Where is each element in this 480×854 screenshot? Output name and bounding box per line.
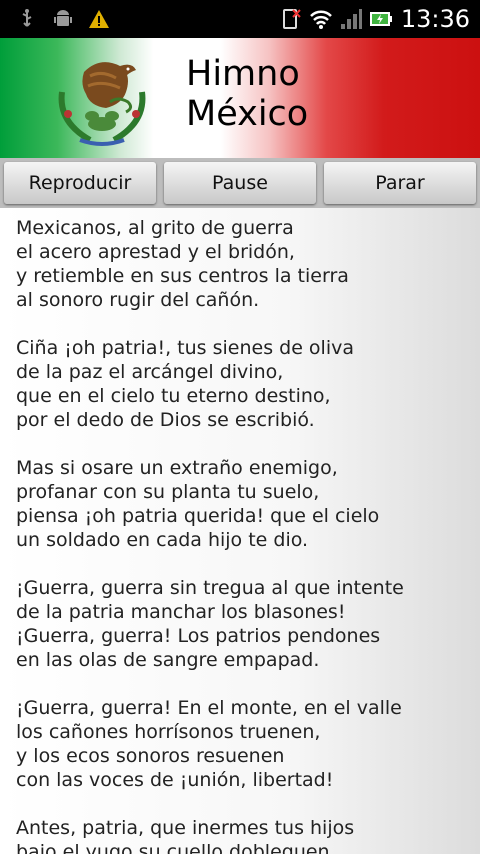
stanza: ¡Guerra, guerra! En el monte, en el vall… [16,696,476,792]
warning-icon [89,10,109,28]
stanza: Mexicanos, al grito de guerra el acero ap… [16,216,476,312]
battery-charging-icon [369,12,392,26]
stanza: Ciña ¡oh patria!, tus sienes de oliva de … [16,336,476,432]
lyric-line: bajo el yugo su cuello dobleguen, [16,841,336,854]
usb-icon [22,9,32,27]
app-header: Himno México [0,38,480,158]
lyric-line: de la patria manchar los blasones! [16,601,346,623]
lyric-line: y retiemble en sus centros la tierra [16,265,349,287]
lyric-line: los cañones horrísonos truenen, [16,721,321,743]
stop-button[interactable]: Parar [324,162,476,204]
stanza: Mas si osare un extraño enemigo, profanar… [16,456,476,552]
lyrics-text: Mexicanos, al grito de guerra el acero ap… [16,216,476,854]
lyric-line: Antes, patria, que inermes tus hijos [16,817,355,839]
app-title: Himno México [186,54,476,134]
lyric-line: ¡Guerra, guerra! En el monte, en el vall… [16,697,402,719]
lyric-line: que en el cielo tu eterno destino, [16,385,331,407]
lyric-line: en las olas de sangre empapad. [16,649,320,671]
wifi-icon [309,10,332,29]
lyric-line: Ciña ¡oh patria!, tus sienes de oliva [16,337,355,359]
clock: 13:36 [400,5,470,33]
lyric-line: Mexicanos, al grito de guerra [16,217,294,239]
lyric-line: por el dedo de Dios se escribió. [16,409,315,431]
lyric-line: de la paz el arcángel divino, [16,361,284,383]
stanza: Antes, patria, que inermes tus hijos bajo… [16,816,476,854]
lyric-line: al sonoro rugir del cañón. [16,289,260,311]
stanza: ¡Guerra, guerra sin tregua al que intent… [16,576,476,672]
android-icon [54,10,72,26]
lyric-line: con las voces de ¡unión, libertad! [16,769,334,791]
lyric-line: el acero aprestad y el bridón, [16,241,295,263]
lyric-line: ¡Guerra, guerra! Los patrios pendones [16,625,381,647]
lyric-line: un soldado en cada hijo te dio. [16,529,309,551]
mexican-eagle-emblem [58,62,146,146]
status-bar: 13:36 [0,0,480,38]
play-button[interactable]: Reproducir [4,162,156,204]
lyric-line: profanar con su planta tu suelo, [16,481,320,503]
playback-controls: Reproducir Pause Parar [0,158,480,208]
notification-icon [282,9,301,29]
lyrics-scroll-view[interactable]: Mexicanos, al grito de guerra el acero ap… [0,208,480,854]
signal-icon [340,9,362,29]
lyric-line: y los ecos sonoros resuenen [16,745,285,767]
title-line-2: México [186,94,309,134]
pause-button[interactable]: Pause [164,162,316,204]
lyric-line: Mas si osare un extraño enemigo, [16,457,338,479]
title-line-1: Himno [186,54,300,94]
lyric-line: ¡Guerra, guerra sin tregua al que intent… [16,577,404,599]
lyric-line: piensa ¡oh patria querida! que el cielo [16,505,380,527]
